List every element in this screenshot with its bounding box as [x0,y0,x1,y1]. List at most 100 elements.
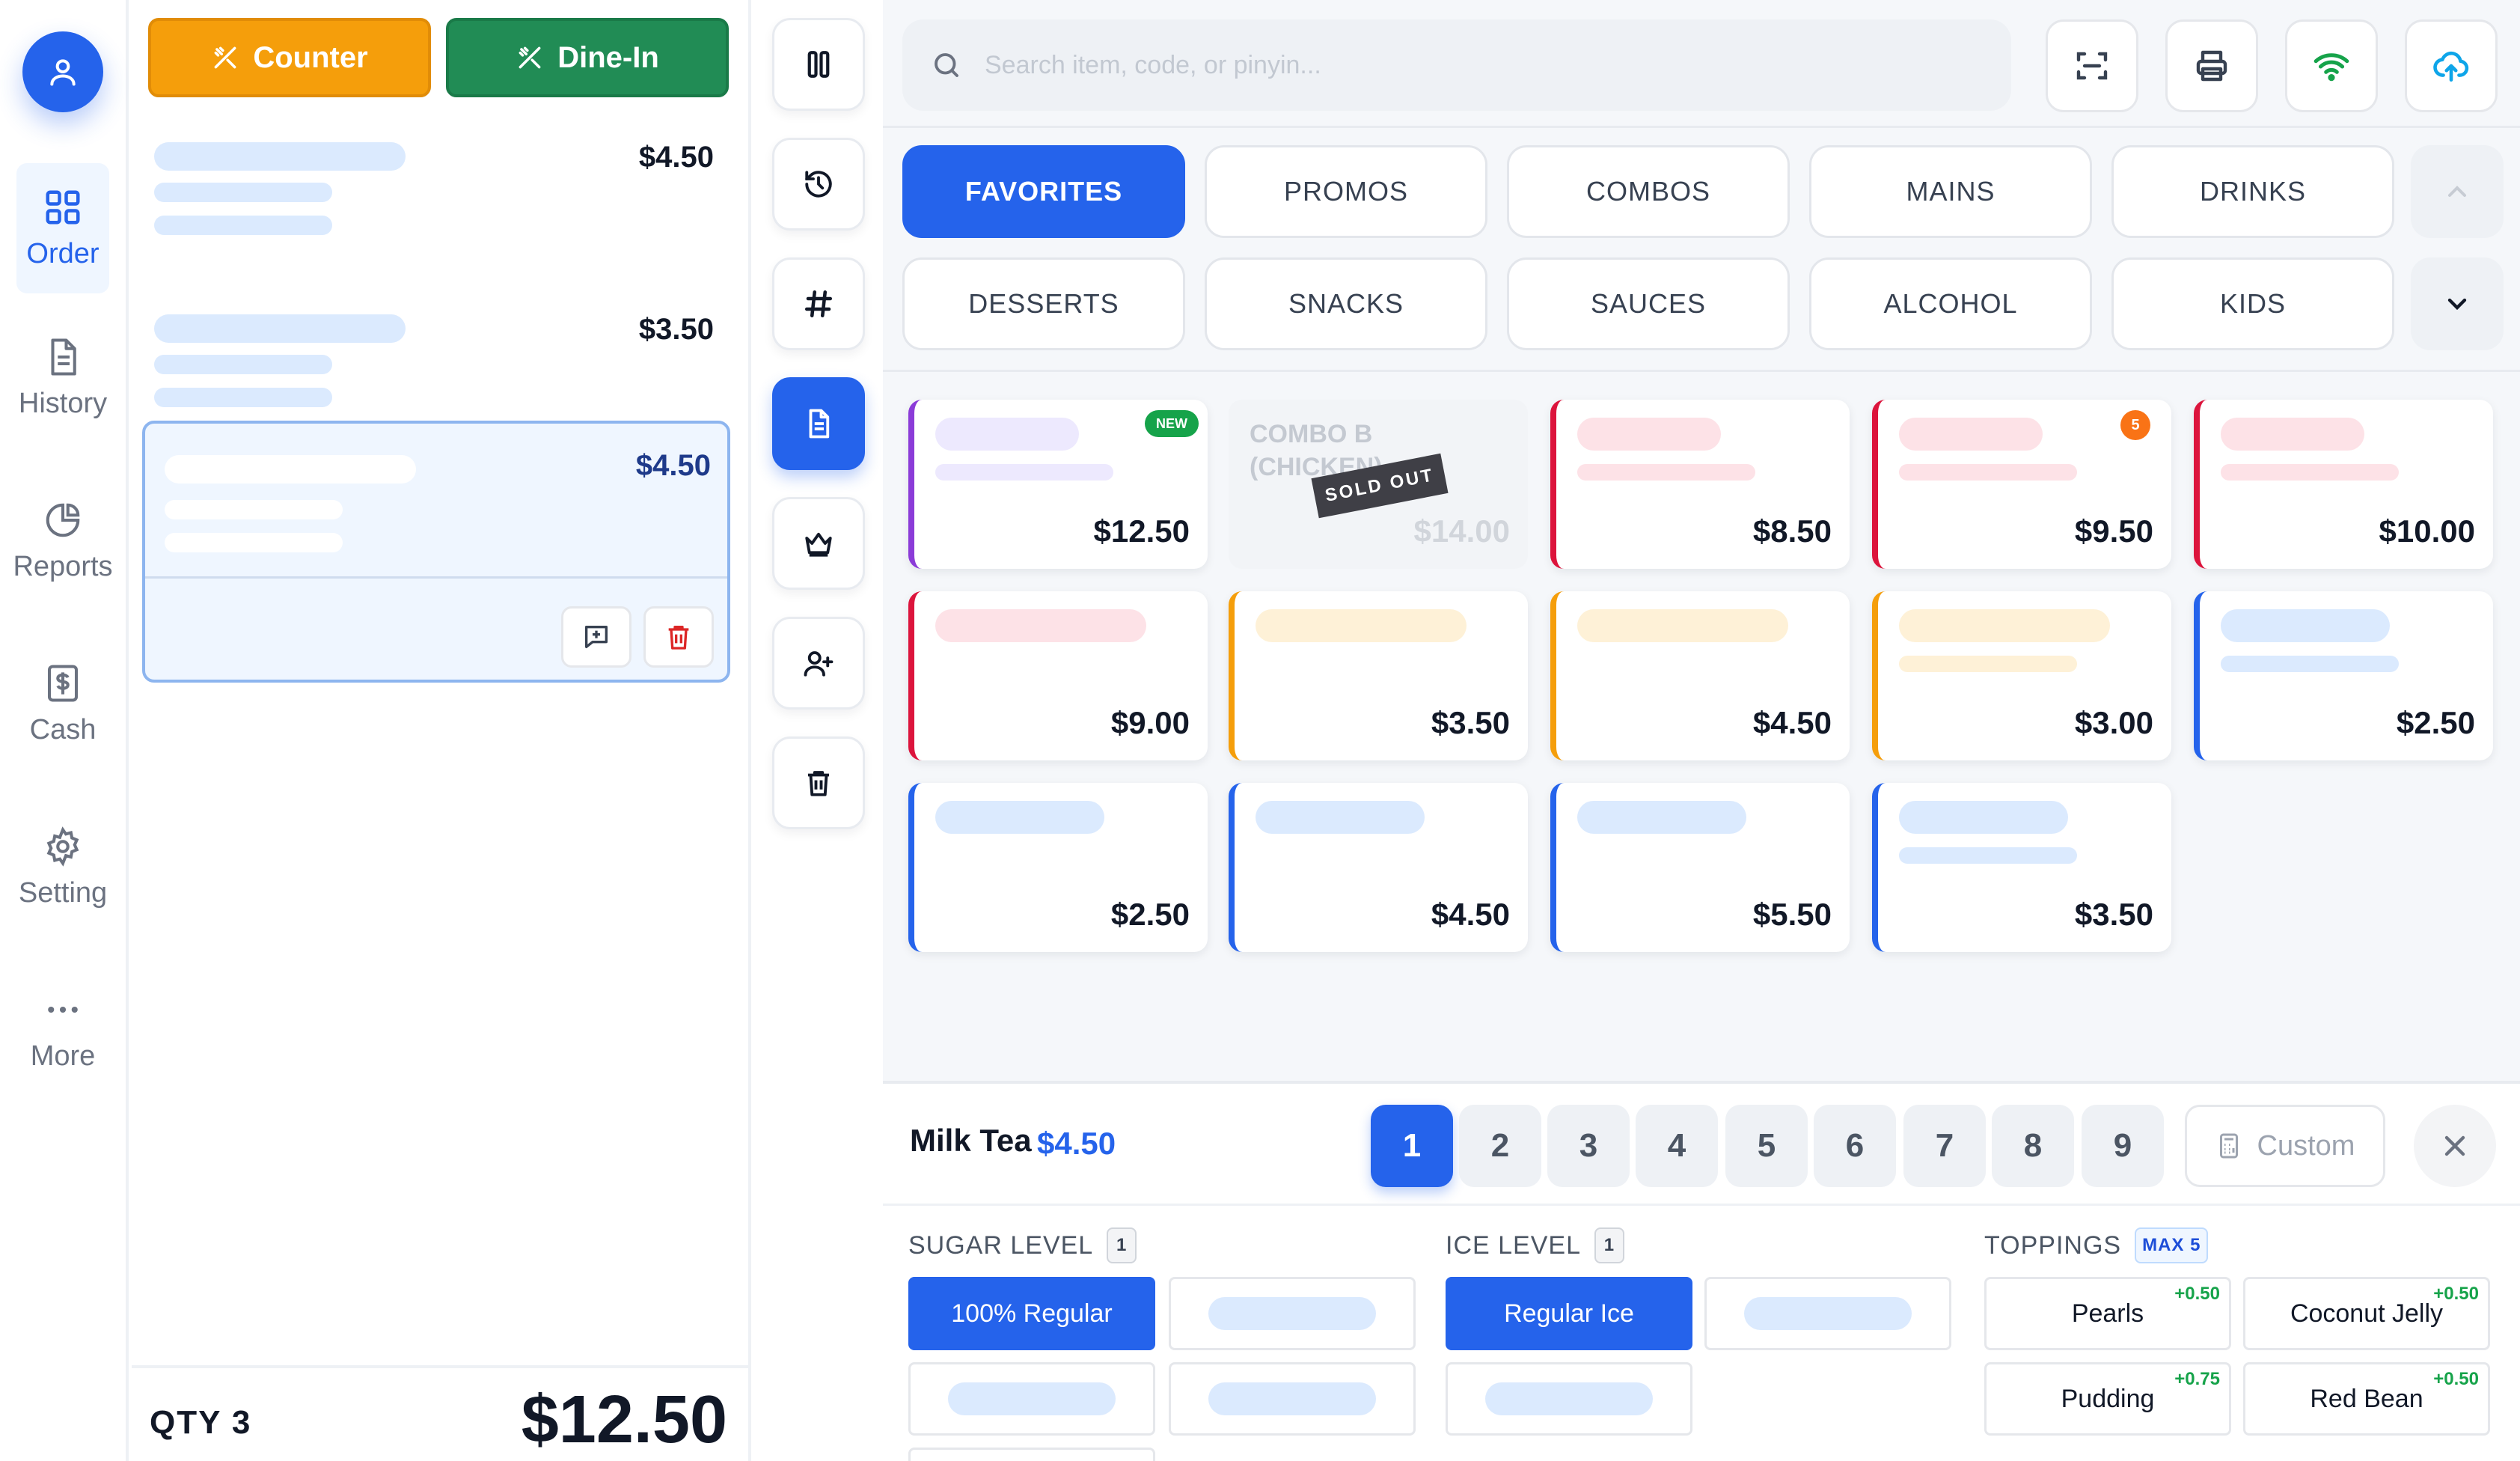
quantity-4-button[interactable]: 4 [1636,1105,1718,1187]
product-price: $12.50 [1093,513,1190,549]
split-view-button[interactable] [772,18,865,111]
nav-label: More [30,1040,96,1072]
option-placeholder [948,1382,1116,1415]
ice-option[interactable] [1446,1362,1692,1436]
nav-item-setting[interactable]: Setting [16,802,109,933]
product-card-sold-out: COMBO B (CHICKEN) SOLD OUT $14.00 [1229,400,1528,569]
quantity-8-button[interactable]: 8 [1992,1105,2074,1187]
tab-favorites[interactable]: FAVORITES [902,145,1185,238]
add-note-button[interactable] [561,606,631,668]
nav-item-order[interactable]: Order [16,163,109,293]
nav-label: Order [26,237,100,269]
quantity-9-button[interactable]: 9 [2082,1105,2164,1187]
tab-snacks[interactable]: SNACKS [1205,257,1487,350]
quantity-7-button[interactable]: 7 [1903,1105,1986,1187]
clear-order-button[interactable] [772,736,865,829]
order-line-item[interactable]: $4.50 [154,138,732,250]
nav-item-more[interactable]: More [16,966,109,1096]
scan-button[interactable] [2046,19,2138,112]
topping-pearls[interactable]: Pearls +0.50 [1984,1277,2231,1350]
nav-item-history[interactable]: History [16,313,109,443]
trash-icon [668,626,689,650]
tab-desserts[interactable]: DESSERTS [902,257,1185,350]
calculator-icon [2219,1133,2238,1159]
topping-red-bean[interactable]: Red Bean +0.50 [2243,1362,2490,1436]
ice-option[interactable] [1704,1277,1951,1350]
product-card[interactable]: $3.00 [1872,591,2171,760]
recent-orders-button[interactable] [772,138,865,231]
product-card[interactable]: $5.50 [1550,783,1850,952]
delete-line-button[interactable] [643,606,714,668]
sugar-level-limit-badge: 1 [1107,1227,1137,1263]
nav-item-cash[interactable]: Cash [16,639,109,769]
tab-drinks[interactable]: DRINKS [2111,145,2394,238]
product-card[interactable]: $9.00 [908,591,1208,760]
product-detail-placeholder [935,464,1113,481]
product-card[interactable]: $10.00 [2194,400,2493,569]
order-line-item[interactable]: $3.50 [154,310,732,422]
topping-coconut-jelly[interactable]: Coconut Jelly +0.50 [2243,1277,2490,1350]
product-card[interactable]: 5 $9.50 [1872,400,2171,569]
product-price: $3.50 [2074,897,2153,932]
sidebar-nav: Order History Reports Cash Setting More [0,0,129,1461]
topping-pudding[interactable]: Pudding +0.75 [1984,1362,2231,1436]
ice-option-selected[interactable]: Regular Ice [1446,1277,1692,1350]
sugar-option[interactable] [908,1362,1155,1436]
quantity-3-button[interactable]: 3 [1547,1105,1630,1187]
menu-area: FAVORITES PROMOS COMBOS MAINS DRINKS DES… [883,0,2520,1461]
vip-button[interactable] [772,497,865,590]
tab-promos[interactable]: PROMOS [1205,145,1487,238]
network-status-button[interactable] [2285,19,2378,112]
pos-app: Order History Reports Cash Setting More … [0,0,2520,1461]
option-placeholder [1208,1297,1376,1330]
product-card[interactable]: NEW $12.50 [908,400,1208,569]
cloud-sync-button[interactable] [2405,19,2498,112]
sugar-option-selected[interactable]: 100% Regular [908,1277,1155,1350]
product-card[interactable]: $2.50 [2194,591,2493,760]
dine-in-button[interactable]: Dine-In [446,18,729,97]
item-detail-placeholder [154,355,332,374]
quantity-5-button[interactable]: 5 [1725,1105,1808,1187]
product-card[interactable]: $8.50 [1550,400,1850,569]
product-card[interactable]: $4.50 [1229,783,1528,952]
product-card[interactable]: $3.50 [1229,591,1528,760]
order-notes-button[interactable] [772,377,865,470]
quantity-6-button[interactable]: 6 [1814,1105,1896,1187]
sugar-option[interactable] [1169,1362,1416,1436]
search-input[interactable] [985,50,1957,80]
tab-sauces[interactable]: SAUCES [1507,257,1790,350]
product-price: $9.00 [1110,705,1190,740]
toppings-max-badge: MAX 5 [2135,1227,2209,1263]
close-panel-button[interactable] [2414,1105,2496,1187]
sugar-option[interactable] [1169,1277,1416,1350]
counter-button[interactable]: Counter [148,18,431,97]
item-detail-placeholder [165,533,343,552]
topping-name: Red Bean [2310,1384,2423,1413]
tab-mains[interactable]: MAINS [1809,145,2092,238]
product-card[interactable]: $4.50 [1550,591,1850,760]
comment-plus-icon [585,626,608,648]
category-scroll-down-button[interactable] [2411,257,2504,350]
item-detail-placeholder [154,183,332,202]
order-line-item-selected[interactable]: $4.50 [142,421,730,683]
category-scroll-up-button[interactable] [2411,145,2504,238]
product-card[interactable]: $2.50 [908,783,1208,952]
sugar-option[interactable] [908,1448,1155,1461]
quantity-2-button[interactable]: 2 [1459,1105,1541,1187]
custom-quantity-button[interactable]: Custom [2185,1105,2385,1187]
product-card[interactable]: $3.50 [1872,783,2171,952]
avatar[interactable] [22,31,103,112]
dollar-icon [47,664,79,702]
toppings-label: TOPPINGS [1984,1230,2122,1260]
item-detail-placeholder [154,216,332,235]
add-customer-button[interactable] [772,617,865,710]
print-button[interactable] [2165,19,2258,112]
tab-alcohol[interactable]: ALCOHOL [1809,257,2092,350]
table-number-button[interactable] [772,257,865,350]
quantity-1-button[interactable]: 1 [1371,1105,1453,1187]
tab-kids[interactable]: KIDS [2111,257,2394,350]
item-name-placeholder [154,142,406,171]
tab-combos[interactable]: COMBOS [1507,145,1790,238]
nav-item-reports[interactable]: Reports [13,476,113,606]
product-price: $3.00 [2074,705,2153,740]
